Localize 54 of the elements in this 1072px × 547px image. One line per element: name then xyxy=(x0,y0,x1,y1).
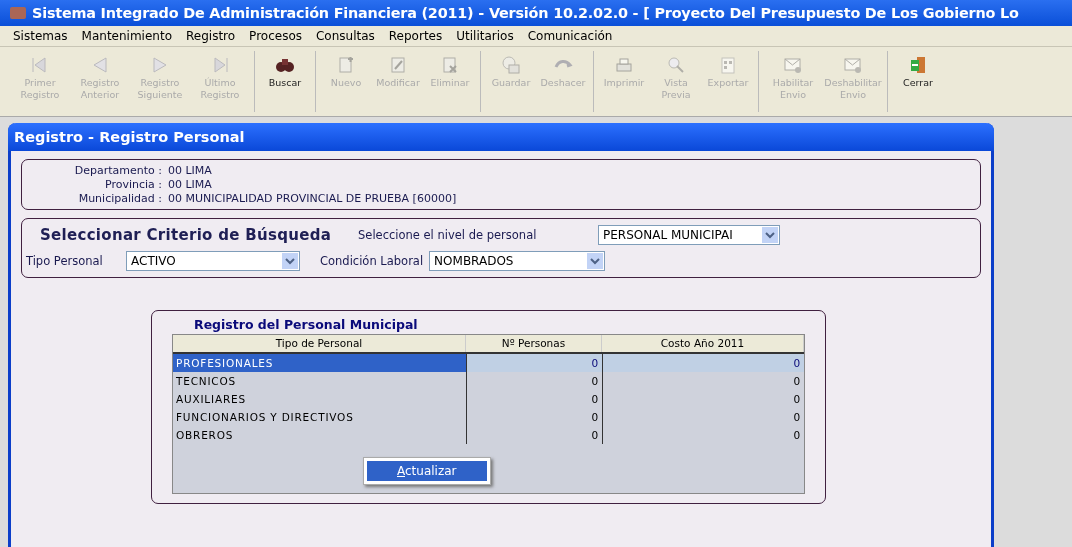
menu-item[interactable]: Utilitarios xyxy=(449,29,521,43)
table-cell[interactable]: 0 xyxy=(602,372,804,390)
delete-document-icon xyxy=(440,55,460,75)
table-cell[interactable]: AUXILIARES xyxy=(173,390,466,408)
envelope-icon xyxy=(783,55,803,75)
new-document-icon xyxy=(336,55,356,75)
field-label: Seleccione el nivel de personal xyxy=(358,228,538,242)
window-title: Sistema Integrado De Administración Financiera (2011) - Versión 10.2.02.0 - [ Proyecto Del Presupuesto De Los Gobierno Lo xyxy=(32,5,1019,21)
table-cell[interactable]: 0 xyxy=(466,408,602,426)
field-value: 00 LIMA xyxy=(168,164,213,177)
context-menu-item[interactable]: Actualizar xyxy=(367,461,487,481)
menu-item[interactable]: Registro xyxy=(179,29,243,43)
menu-item[interactable]: Mantenimiento xyxy=(74,29,179,43)
type-dropdown[interactable]: ACTIVO xyxy=(126,251,300,271)
toolbar-button[interactable]: Cerrar xyxy=(892,51,944,112)
table-cell[interactable]: 0 xyxy=(602,408,804,426)
field-label: Condición Laboral xyxy=(320,254,424,268)
table-cell[interactable]: 0 xyxy=(466,354,602,372)
table-cell[interactable]: FUNCIONARIOS Y DIRECTIVOS xyxy=(173,408,466,426)
toolbar-button[interactable]: Buscar xyxy=(259,51,311,112)
table-cell[interactable]: 0 xyxy=(602,390,804,408)
field-value: 00 MUNICIPALIDAD PROVINCIAL DE PRUEBA [60000] xyxy=(168,192,458,205)
envelope-icon xyxy=(843,55,863,75)
table-cell[interactable]: PROFESIONALES xyxy=(173,354,466,372)
menu-item[interactable]: Reportes xyxy=(381,29,450,43)
menu-item[interactable]: Consultas xyxy=(309,29,382,43)
field-label: Tipo Personal xyxy=(26,254,104,268)
condition-dropdown[interactable]: NOMBRADOS xyxy=(429,251,606,271)
table-cell[interactable]: 0 xyxy=(602,354,804,372)
menu-item[interactable]: Procesos xyxy=(242,29,309,43)
field-label: Departamento : xyxy=(73,164,162,177)
table-cell[interactable]: TECNICOS xyxy=(173,372,466,390)
magnifier-icon xyxy=(666,55,686,75)
table-title: Registro del Personal Municipal xyxy=(194,317,419,334)
table-cell[interactable]: 0 xyxy=(466,390,602,408)
app-icon xyxy=(10,7,26,19)
table-cell[interactable]: 0 xyxy=(602,426,804,444)
column-header[interactable]: Tipo de Personal xyxy=(173,335,466,352)
printer-icon xyxy=(614,55,634,75)
edit-document-icon xyxy=(388,55,408,75)
section-heading: Seleccionar Criterio de Búsqueda xyxy=(40,226,333,244)
exit-door-icon xyxy=(908,55,928,75)
table-cell[interactable]: 0 xyxy=(466,372,602,390)
column-header[interactable]: Nº Personas xyxy=(466,335,602,352)
table-cell[interactable]: 0 xyxy=(466,426,602,444)
level-dropdown[interactable]: PERSONAL MUNICIPAI xyxy=(598,225,780,245)
menu-item[interactable]: Comunicación xyxy=(520,29,620,43)
field-label: Municipalidad : xyxy=(77,192,162,205)
menu-item[interactable]: Sistemas xyxy=(6,29,75,43)
field-value: 00 LIMA xyxy=(168,178,213,191)
table-cell[interactable]: OBREROS xyxy=(173,426,466,444)
column-header[interactable]: Costo Año 2011 xyxy=(602,335,804,352)
form-title: Registro - Registro Personal xyxy=(8,123,994,151)
field-label: Provincia : xyxy=(103,178,162,191)
